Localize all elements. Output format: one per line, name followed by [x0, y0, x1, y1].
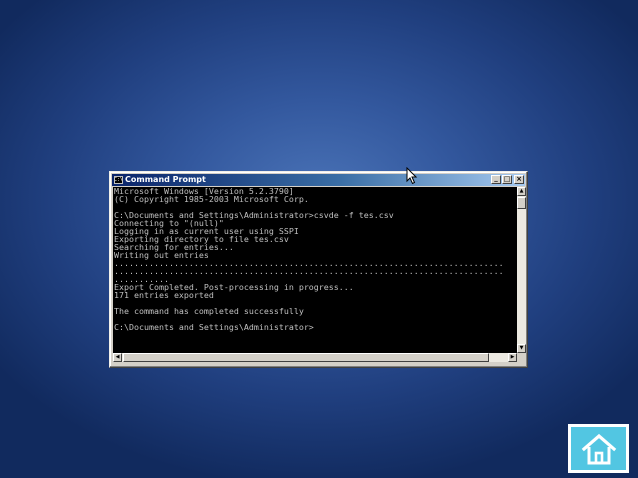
down-arrow-icon: ▼ — [519, 345, 524, 351]
horizontal-scroll-thumb[interactable] — [123, 353, 489, 362]
home-button-face — [571, 427, 626, 470]
console-line: ........................................… — [114, 266, 504, 276]
cmd-icon[interactable]: C:\ — [114, 176, 123, 184]
minimize-icon: _ — [494, 173, 498, 182]
console-line: C:\Documents and Settings\Administrator> — [114, 322, 314, 332]
home-icon — [581, 433, 616, 464]
scroll-up-button[interactable]: ▲ — [517, 187, 526, 196]
command-prompt-window[interactable]: C:\ Command Prompt _ □ × Microsoft Windo… — [109, 171, 528, 368]
resize-grip[interactable] — [517, 353, 526, 362]
window-title-bar[interactable]: C:\ Command Prompt _ □ × — [112, 174, 525, 186]
console-line: (C) Copyright 1985-2003 Microsoft Corp. — [114, 194, 309, 204]
close-button[interactable]: × — [514, 175, 524, 184]
vertical-scrollbar[interactable]: ▲ ▼ — [517, 187, 526, 353]
close-icon: × — [516, 175, 522, 183]
desktop-background: { "window": { "title": "Command Prompt",… — [0, 0, 638, 478]
up-arrow-icon: ▲ — [519, 188, 524, 194]
window-title: Command Prompt — [125, 175, 206, 184]
console-line: 171 entries exported — [114, 290, 214, 300]
console-text: Microsoft Windows [Version 5.2.3790] (C) … — [114, 187, 504, 331]
home-button[interactable] — [568, 424, 629, 473]
minimize-button[interactable]: _ — [491, 173, 501, 184]
maximize-button[interactable]: □ — [502, 175, 512, 184]
vertical-scroll-thumb[interactable] — [517, 197, 526, 209]
console-output[interactable]: Microsoft Windows [Version 5.2.3790] (C) … — [113, 187, 518, 353]
scroll-down-button[interactable]: ▼ — [517, 344, 526, 353]
left-arrow-icon: ◀ — [115, 354, 120, 360]
scroll-right-button[interactable]: ▶ — [508, 353, 517, 362]
mouse-pointer-icon — [406, 167, 418, 185]
window-controls: _ □ × — [490, 173, 524, 184]
console-line: The command has completed successfully — [114, 306, 304, 316]
right-arrow-icon: ▶ — [510, 354, 515, 360]
maximize-icon: □ — [503, 175, 511, 183]
scroll-left-button[interactable]: ◀ — [113, 353, 122, 362]
horizontal-scrollbar[interactable]: ◀ ▶ — [113, 353, 517, 362]
